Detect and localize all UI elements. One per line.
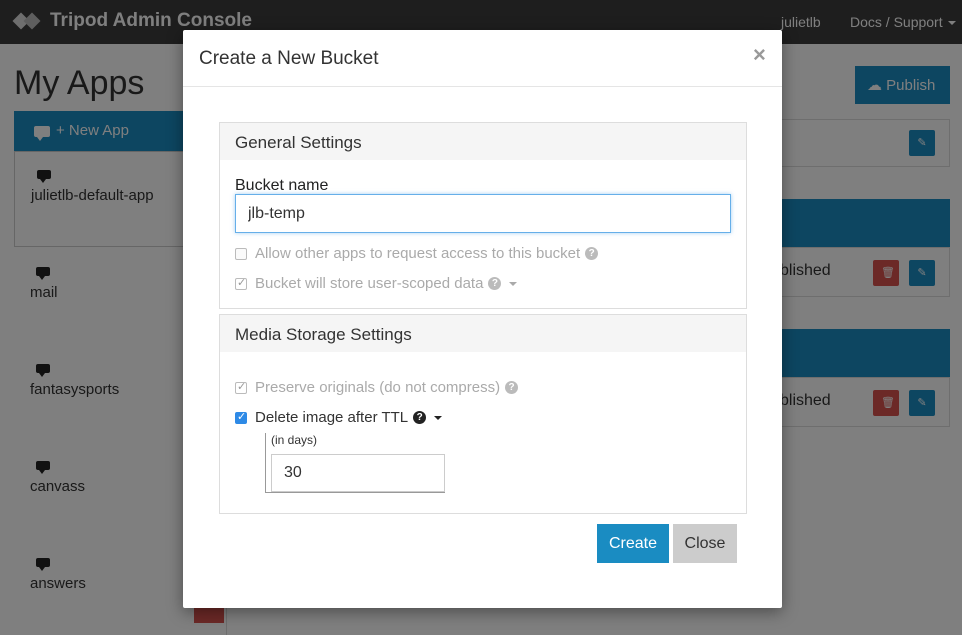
- preserve-originals-checkbox[interactable]: [235, 380, 247, 394]
- media-storage-heading: Media Storage Settings: [220, 315, 746, 352]
- delete-ttl-checkbox[interactable]: [235, 410, 247, 424]
- help-icon[interactable]: ?: [505, 381, 519, 394]
- user-scoped-option[interactable]: Bucket will store user-scoped data ?: [235, 275, 518, 292]
- caret-down-icon[interactable]: [434, 415, 443, 420]
- close-button[interactable]: Close: [673, 524, 737, 563]
- create-bucket-modal: Create a New Bucket × General Settings B…: [183, 30, 782, 608]
- help-icon[interactable]: ?: [413, 411, 427, 424]
- ttl-unit-label: (in days): [271, 433, 318, 447]
- caret-down-icon[interactable]: [509, 281, 518, 286]
- allow-access-checkbox[interactable]: [235, 247, 247, 260]
- allow-access-label: Allow other apps to request access to th…: [255, 245, 581, 262]
- user-scoped-label: Bucket will store user-scoped data: [255, 275, 484, 292]
- modal-header: Create a New Bucket ×: [183, 30, 782, 87]
- preserve-originals-option[interactable]: Preserve originals (do not compress) ?: [235, 379, 519, 396]
- general-settings-section: General Settings Bucket name Allow other…: [219, 122, 747, 309]
- create-button[interactable]: Create: [597, 524, 669, 563]
- delete-ttl-option[interactable]: Delete image after TTL ?: [235, 409, 443, 426]
- ttl-days-input[interactable]: [271, 454, 445, 492]
- modal-title: Create a New Bucket: [199, 48, 379, 69]
- general-settings-heading: General Settings: [220, 123, 746, 160]
- allow-access-option[interactable]: Allow other apps to request access to th…: [235, 245, 599, 262]
- media-storage-section: Media Storage Settings Preserve original…: [219, 314, 747, 514]
- user-scoped-checkbox[interactable]: [235, 276, 247, 290]
- bucket-name-input[interactable]: [235, 194, 731, 233]
- close-icon[interactable]: ×: [753, 42, 766, 68]
- help-icon[interactable]: ?: [488, 277, 502, 290]
- delete-ttl-label: Delete image after TTL: [255, 409, 409, 426]
- preserve-originals-label: Preserve originals (do not compress): [255, 379, 501, 396]
- bucket-name-label: Bucket name: [235, 177, 329, 194]
- help-icon[interactable]: ?: [585, 247, 599, 260]
